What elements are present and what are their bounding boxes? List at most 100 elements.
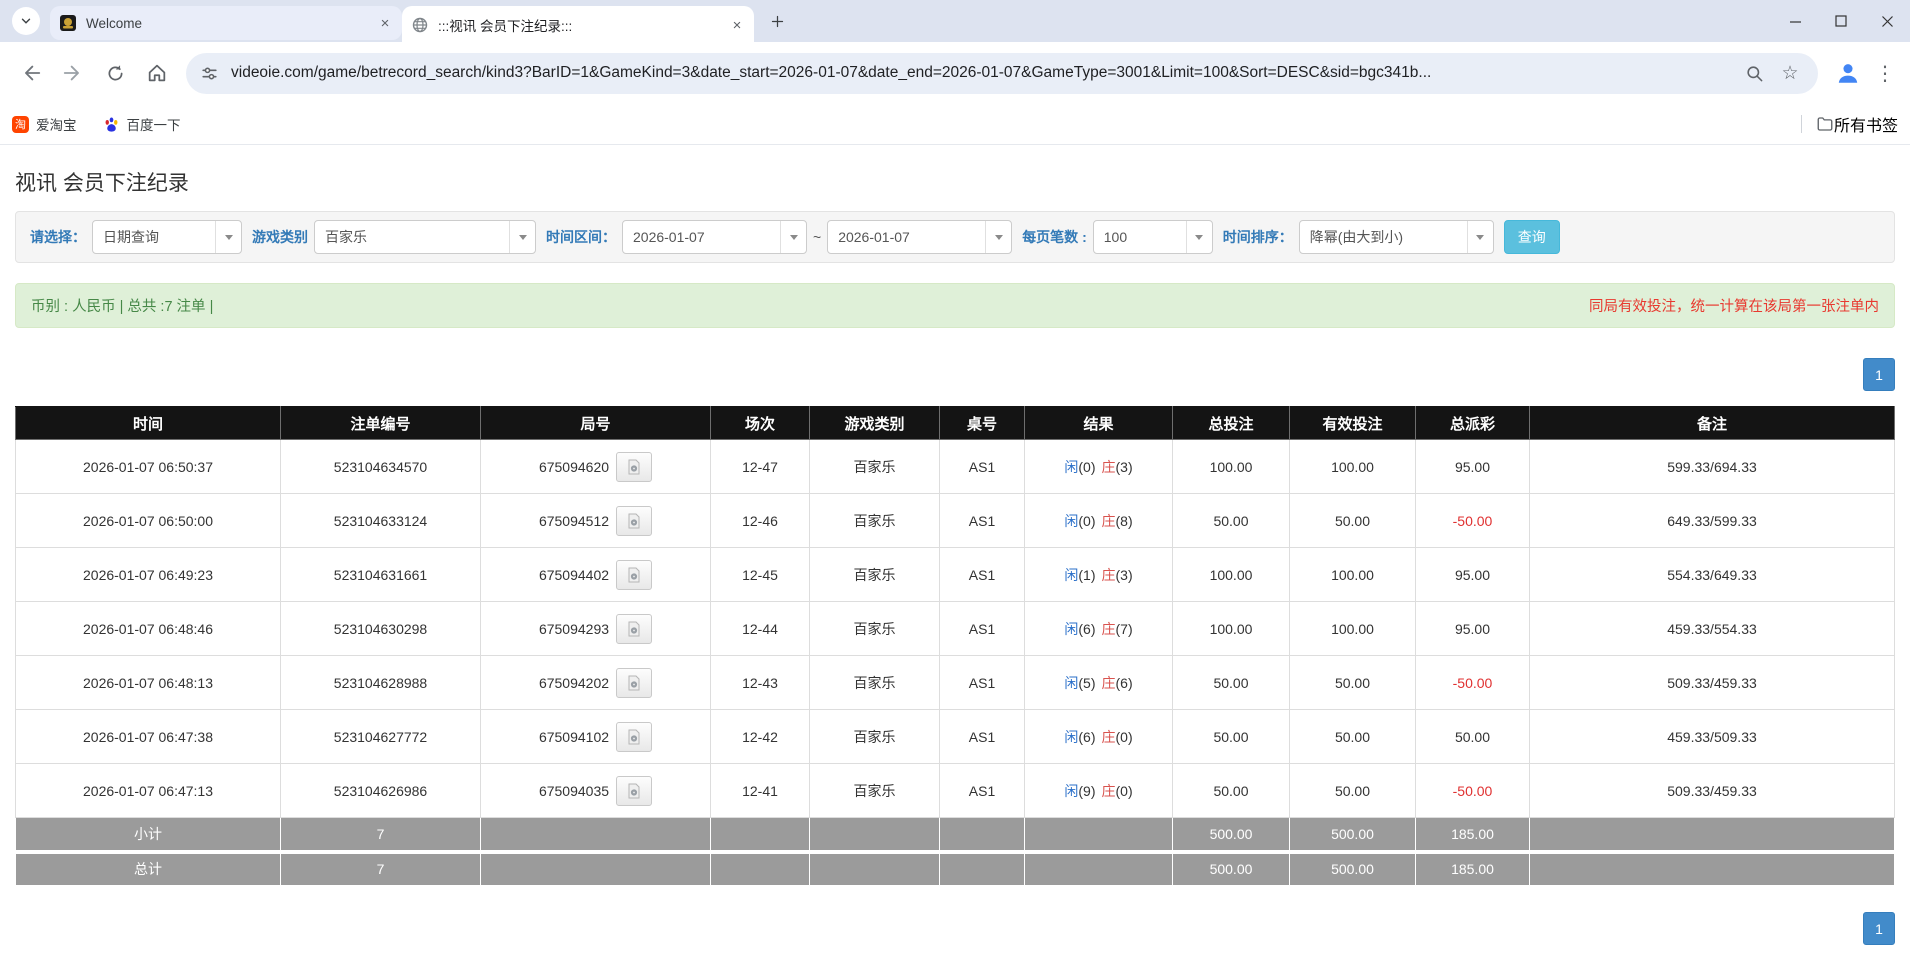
tab-search-button[interactable] — [12, 7, 40, 35]
table-row: 2026-01-07 06:48:46 523104630298 6750942… — [15, 601, 1895, 656]
col-bet-id: 注单编号 — [280, 406, 481, 440]
col-table-no: 桌号 — [939, 406, 1025, 440]
cell-valid-bet: 100.00 — [1289, 601, 1416, 656]
replay-video-button[interactable] — [616, 451, 653, 482]
cell-game: 百家乐 — [809, 763, 940, 818]
cell-time: 2026-01-07 06:47:13 — [15, 763, 281, 818]
cell-valid-bet: 50.00 — [1289, 655, 1416, 710]
search-button[interactable]: 查询 — [1503, 220, 1560, 254]
cell-table-no: AS1 — [939, 709, 1025, 764]
cell-result: 闲(0) 庄(3) — [1024, 439, 1173, 494]
plus-icon — [771, 15, 783, 27]
bookmark-baidu[interactable]: 百度一下 — [103, 114, 181, 134]
cell-time: 2026-01-07 06:48:13 — [15, 655, 281, 710]
maximize-button[interactable] — [1818, 0, 1864, 42]
page-1-button[interactable]: 1 — [1863, 912, 1895, 945]
cell-total-bet-link[interactable]: 100.00 — [1172, 439, 1290, 494]
cell-round: 675094620 — [480, 439, 711, 494]
new-tab-button[interactable] — [762, 6, 792, 36]
url-text[interactable]: videoie.com/game/betrecord_search/kind3?… — [231, 64, 1732, 82]
filter-panel: 请选择： 日期查询 游戏类别 百家乐 时间区间： 2026-01-07 ~ 20… — [15, 211, 1895, 263]
cell-total-bet-link[interactable]: 100.00 — [1172, 547, 1290, 602]
replay-video-button[interactable] — [616, 559, 653, 590]
cell-total-bet-link[interactable]: 100.00 — [1172, 601, 1290, 656]
game-kind-label: 游戏类别 — [252, 229, 308, 245]
date-end-select[interactable]: 2026-01-07 — [827, 220, 1013, 254]
cell-total-bet-link[interactable]: 50.00 — [1172, 655, 1290, 710]
select-type-label: 请选择： — [30, 229, 86, 245]
cell-note: 554.33/649.33 — [1529, 547, 1895, 602]
total-total-bet: 500.00 — [1172, 849, 1290, 886]
replay-video-button[interactable] — [616, 721, 653, 752]
home-button[interactable] — [139, 55, 175, 91]
cell-total-bet-link[interactable]: 50.00 — [1172, 493, 1290, 548]
table-row: 2026-01-07 06:47:38 523104627772 6750941… — [15, 709, 1895, 764]
subtotal-total-bet: 500.00 — [1172, 817, 1290, 852]
forward-arrow-icon — [63, 65, 79, 81]
baidu-paw-icon — [105, 116, 117, 132]
cell-note: 459.33/509.33 — [1529, 709, 1895, 764]
back-button[interactable] — [13, 55, 49, 91]
close-window-button[interactable] — [1864, 0, 1910, 42]
cell-result: 闲(9) 庄(0) — [1024, 763, 1173, 818]
cell-session: 12-43 — [710, 655, 810, 710]
range-separator: ~ — [813, 229, 822, 245]
all-bookmarks-label: 所有书签 — [1833, 118, 1898, 135]
browser-menu-button[interactable]: ⋮ — [1870, 61, 1900, 86]
url-bar[interactable]: videoie.com/game/betrecord_search/kind3?… — [186, 52, 1818, 94]
tab-betrecord[interactable]: :::视讯 会员下注纪录::: × — [402, 6, 754, 44]
cell-round: 675094202 — [480, 655, 711, 710]
pagination-top: 1 — [15, 358, 1895, 391]
total-valid-bet: 500.00 — [1289, 849, 1416, 886]
tab-strip: Welcome × :::视讯 会员下注纪录::: × — [0, 0, 1910, 44]
date-start-select[interactable]: 2026-01-07 — [622, 220, 807, 254]
cell-table-no: AS1 — [939, 601, 1025, 656]
replay-video-button[interactable] — [616, 775, 653, 806]
cell-time: 2026-01-07 06:50:00 — [15, 493, 281, 548]
cell-session: 12-46 — [710, 493, 810, 548]
cell-valid-bet: 50.00 — [1289, 709, 1416, 764]
replay-video-button[interactable] — [616, 613, 653, 644]
tab-close-icon[interactable]: × — [728, 16, 746, 34]
query-type-select[interactable]: 日期查询 — [92, 220, 242, 254]
cell-game: 百家乐 — [809, 493, 940, 548]
per-page-select[interactable]: 100 — [1092, 220, 1213, 254]
bookmark-star-icon[interactable]: ☆ — [1776, 59, 1804, 87]
cell-bet-id: 523104634570 — [280, 439, 481, 494]
replay-video-button[interactable] — [616, 667, 653, 698]
tab-welcome[interactable]: Welcome × — [50, 6, 402, 40]
cell-game: 百家乐 — [809, 439, 940, 494]
cell-game: 百家乐 — [809, 601, 940, 656]
table-row: 2026-01-07 06:50:37 523104634570 6750946… — [15, 439, 1895, 494]
reload-button[interactable] — [97, 55, 133, 91]
total-payout: 185.00 — [1415, 849, 1530, 886]
forward-button[interactable] — [55, 55, 91, 91]
cell-table-no: AS1 — [939, 547, 1025, 602]
bookmark-label: 爱淘宝 — [36, 118, 77, 133]
page-title: 视讯 会员下注纪录 — [15, 172, 189, 195]
chevron-down-icon — [509, 221, 535, 253]
all-bookmarks-button[interactable]: 所有书签 — [1816, 112, 1898, 136]
minimize-button[interactable] — [1772, 0, 1818, 42]
page-1-button[interactable]: 1 — [1863, 358, 1895, 391]
cell-bet-id: 523104631661 — [280, 547, 481, 602]
col-time: 时间 — [15, 406, 281, 440]
subtotal-row: 小计 7 500.00 500.00 185.00 — [15, 817, 1895, 852]
cell-total-bet-link[interactable]: 50.00 — [1172, 763, 1290, 818]
cell-payout: -50.00 — [1415, 655, 1530, 710]
replay-video-button[interactable] — [616, 505, 653, 536]
tab-close-icon[interactable]: × — [376, 14, 394, 32]
sort-select[interactable]: 降幂(由大到小) — [1298, 220, 1494, 254]
bookmark-aitaobao[interactable]: 淘 爱淘宝 — [12, 114, 77, 134]
game-kind-select[interactable]: 百家乐 — [314, 220, 536, 254]
site-settings-icon[interactable] — [200, 64, 219, 83]
profile-avatar[interactable] — [1830, 55, 1866, 91]
zoom-indicator-icon[interactable] — [1740, 59, 1768, 87]
cell-payout: 50.00 — [1415, 709, 1530, 764]
cell-total-bet-link[interactable]: 50.00 — [1172, 709, 1290, 764]
total-row: 总计 7 500.00 500.00 185.00 — [15, 849, 1895, 886]
cell-time: 2026-01-07 06:48:46 — [15, 601, 281, 656]
chevron-down-icon — [215, 221, 241, 253]
cell-round: 675094102 — [480, 709, 711, 764]
tab-title: Welcome — [86, 15, 143, 31]
